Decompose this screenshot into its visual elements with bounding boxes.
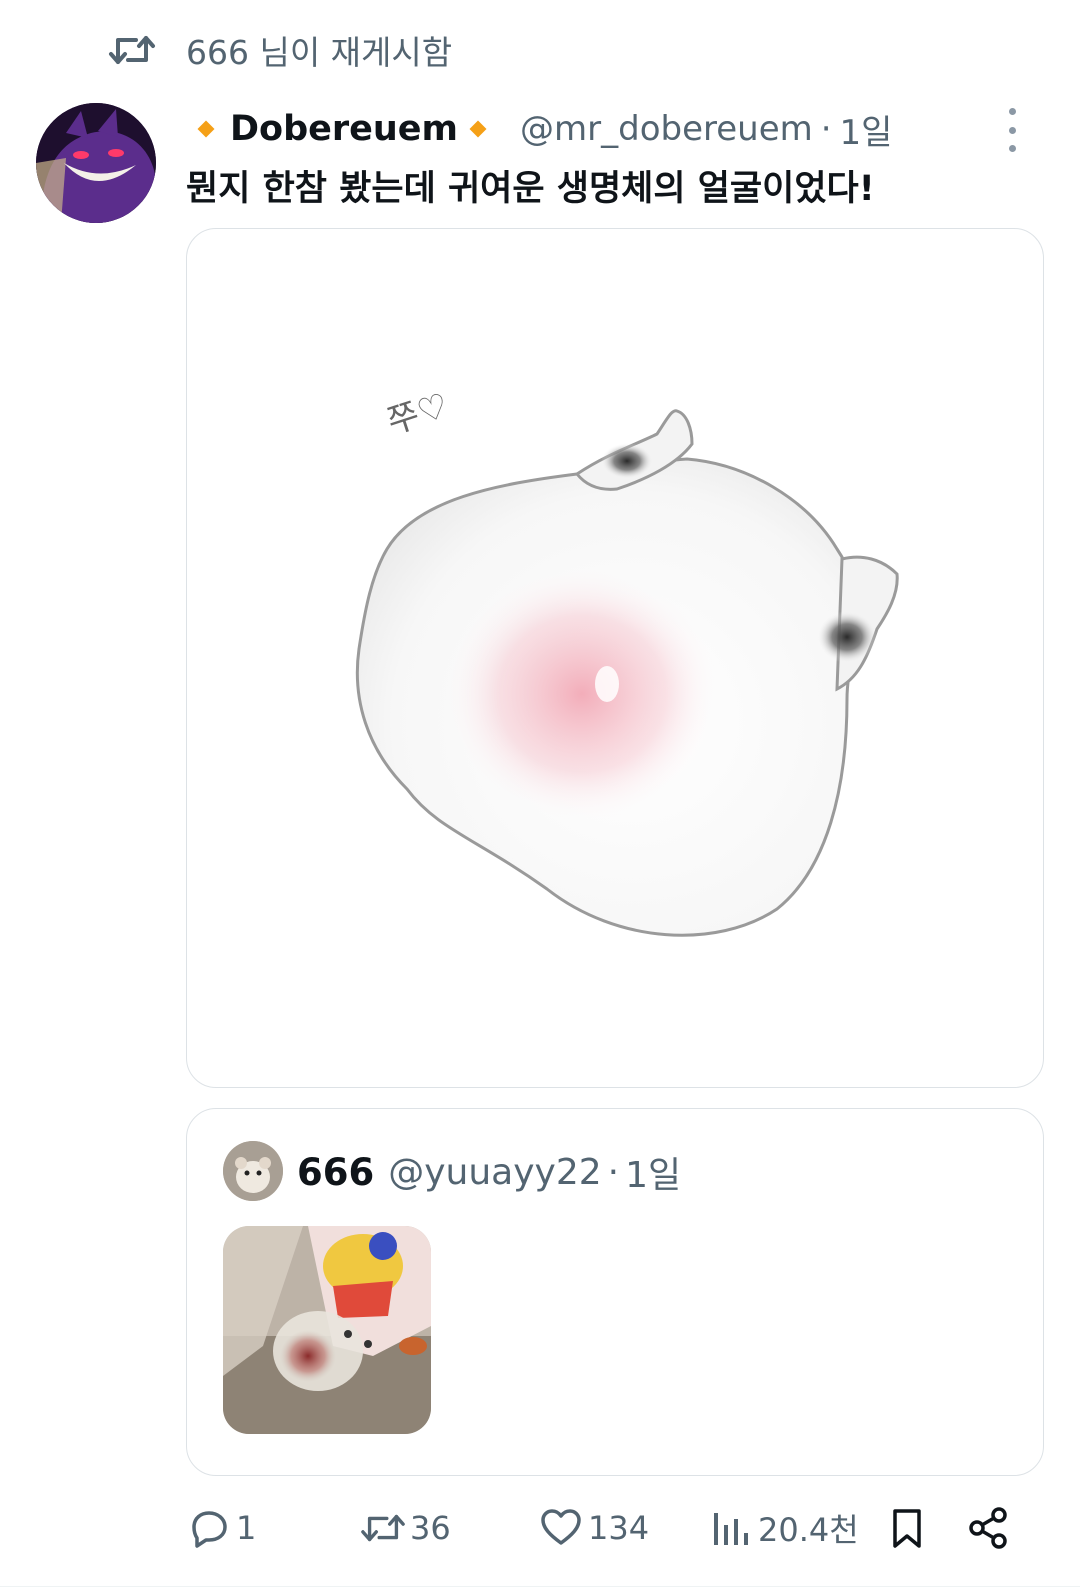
tweet-time[interactable]: 1일 xyxy=(840,105,893,154)
reply-count: 1 xyxy=(236,1509,257,1547)
quoted-tweet[interactable]: 666 @yuuayy22 · 1일 xyxy=(186,1108,1044,1476)
bookmark-icon xyxy=(893,1509,921,1548)
share-button[interactable] xyxy=(966,1500,1012,1556)
bookmark-button[interactable] xyxy=(884,1500,930,1556)
tweet-header: Dobereuem @mr_dobereuem · 1일 xyxy=(186,104,892,154)
views-count: 20.4천 xyxy=(758,1511,859,1549)
author-name[interactable]: Dobereuem xyxy=(230,109,458,149)
quoted-author-avatar[interactable] xyxy=(223,1141,283,1201)
handwritten-caption: 쭈♡ xyxy=(382,385,453,442)
views-icon xyxy=(714,1513,748,1545)
repost-button[interactable]: 36 xyxy=(360,1500,451,1556)
quoted-author-handle[interactable]: @yuuayy22 xyxy=(388,1152,601,1193)
views-button[interactable]: 20.4천 xyxy=(708,1500,859,1556)
tweet-image[interactable]: 쭈♡ xyxy=(186,228,1044,1088)
tweet-text: 뭔지 한참 봤는데 귀여운 생명체의 얼굴이었다! xyxy=(186,169,875,209)
more-icon[interactable] xyxy=(1004,108,1020,152)
quoted-tweet-image[interactable] xyxy=(223,1226,431,1434)
avatar-image xyxy=(36,103,156,223)
like-button[interactable]: 134 xyxy=(538,1500,649,1556)
separator: · xyxy=(820,109,832,149)
badge-left-icon xyxy=(197,120,215,138)
repost-count: 36 xyxy=(410,1509,451,1547)
share-icon xyxy=(969,1507,1007,1549)
hamster-avatar-image xyxy=(223,1141,283,1201)
repost-banner-text[interactable]: 666 님이 재게시함 xyxy=(186,26,452,74)
hamster-photo-thumbnail xyxy=(223,1226,431,1434)
repost-icon xyxy=(109,36,155,64)
author-handle[interactable]: @mr_dobereuem xyxy=(520,109,813,149)
quoted-separator: · xyxy=(607,1151,620,1193)
quoted-author-name[interactable]: 666 xyxy=(297,1151,374,1194)
reply-button[interactable]: 1 xyxy=(186,1500,256,1556)
hamster-illustration: 쭈♡ xyxy=(355,385,899,937)
quoted-tweet-header: 666 @yuuayy22 · 1일 xyxy=(297,1145,681,1199)
repost-icon xyxy=(361,1514,405,1542)
reply-icon xyxy=(192,1511,227,1548)
like-icon xyxy=(541,1509,581,1545)
badge-right-icon xyxy=(469,120,487,138)
author-avatar[interactable] xyxy=(36,103,156,223)
bottom-divider xyxy=(0,1586,1080,1587)
like-count: 134 xyxy=(588,1509,650,1547)
quoted-tweet-time[interactable]: 1일 xyxy=(625,1146,681,1198)
repost-banner: 666 님이 재게시함 xyxy=(108,26,452,74)
